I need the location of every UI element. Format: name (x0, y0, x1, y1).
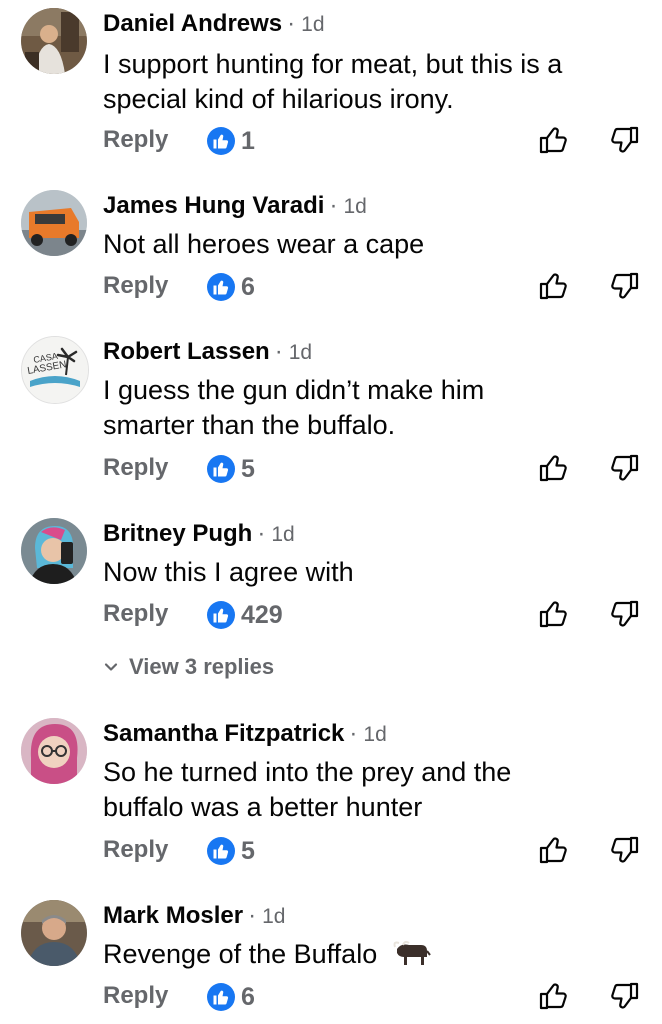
separator-dot: · (287, 10, 296, 37)
comment-text: I support hunting for meat, but this is … (103, 47, 643, 117)
comment-text-line: special kind of hilarious irony. (103, 84, 454, 114)
avatar-photo (21, 518, 87, 584)
view-replies-button[interactable]: View 3 replies (103, 651, 274, 683)
thumbs-up-outline-icon[interactable] (538, 452, 570, 484)
view-replies-label: View 3 replies (129, 654, 275, 679)
author-name[interactable]: Mark Mosler (103, 902, 243, 929)
comment-text-line: I support hunting for meat, but this is … (103, 49, 563, 79)
buffalo-emoji-icon (393, 940, 431, 965)
avatar[interactable] (21, 718, 87, 784)
casa-lassen-logo: CASA LASSEN (22, 337, 88, 403)
separator-dot: · (329, 192, 338, 219)
thumbs-up-outline-icon[interactable] (538, 270, 570, 302)
comment-actions: Reply 1 (103, 122, 643, 158)
author-name[interactable]: James Hung Varadi (103, 192, 324, 219)
comment-text-line: So he turned into the prey and the (103, 757, 512, 787)
comment-actions: Reply 5 (103, 832, 643, 868)
thumbs-down-outline-icon[interactable] (608, 124, 640, 156)
thumbs-up-badge-icon (207, 273, 235, 301)
reply-button[interactable]: Reply (103, 596, 168, 632)
comment-text-line: Revenge of the Buffalo (103, 939, 378, 969)
comment-text: I guess the gun didn’t make him smarter … (103, 373, 643, 443)
reply-button[interactable]: Reply (103, 978, 168, 1014)
avatar-photo (21, 190, 87, 256)
author-name[interactable]: Samantha Fitzpatrick (103, 720, 344, 747)
author-name[interactable]: Britney Pugh (103, 520, 252, 547)
reply-button[interactable]: Reply (103, 832, 168, 868)
separator-dot: · (349, 720, 358, 747)
thumbs-up-outline-icon[interactable] (538, 834, 570, 866)
comment-text-line: smarter than the buffalo. (103, 410, 396, 440)
comment-actions: Reply 6 (103, 978, 643, 1014)
separator-dot: · (274, 338, 283, 365)
author-line: Mark Mosler · 1d (103, 898, 285, 935)
reaction-summary[interactable]: 5 (207, 454, 255, 484)
author-name[interactable]: Daniel Andrews (103, 10, 282, 37)
comment-text-line: Not all heroes wear a cape (103, 229, 425, 259)
thumbs-down-outline-icon[interactable] (608, 598, 640, 630)
thumbs-up-badge-icon (207, 837, 235, 865)
thumbs-up-outline-icon[interactable] (538, 598, 570, 630)
timestamp[interactable]: 1d (262, 905, 285, 928)
thumbs-up-outline-icon[interactable] (538, 124, 570, 156)
avatar-photo (21, 900, 87, 966)
avatar[interactable] (21, 900, 87, 966)
author-line: Daniel Andrews · 1d (103, 6, 325, 43)
like-count: 6 (241, 273, 255, 301)
timestamp[interactable]: 1d (289, 341, 312, 364)
comment-text: So he turned into the prey and the buffa… (103, 755, 643, 825)
avatar[interactable] (21, 518, 87, 584)
comment-text: Now this I agree with (103, 555, 643, 590)
reaction-summary[interactable]: 5 (207, 836, 255, 866)
author-line: Samantha Fitzpatrick · 1d (103, 716, 387, 753)
comment-text-line: Now this I agree with (103, 557, 354, 587)
reaction-summary[interactable]: 429 (207, 600, 283, 630)
author-line: James Hung Varadi · 1d (103, 188, 367, 225)
separator-dot: · (248, 902, 257, 929)
thumbs-up-outline-icon[interactable] (538, 980, 570, 1012)
thumbs-down-outline-icon[interactable] (608, 270, 640, 302)
timestamp[interactable]: 1d (343, 195, 366, 218)
thumbs-down-outline-icon[interactable] (608, 452, 640, 484)
avatar[interactable]: CASA LASSEN (21, 336, 89, 404)
avatar[interactable] (21, 190, 87, 256)
thumbs-up-badge-icon (207, 455, 235, 483)
author-line: Britney Pugh · 1d (103, 516, 295, 553)
thumbs-down-outline-icon[interactable] (608, 834, 640, 866)
comment-text: Not all heroes wear a cape (103, 227, 643, 262)
like-count: 5 (241, 455, 255, 483)
avatar-photo (21, 718, 87, 784)
like-count: 429 (241, 601, 283, 629)
timestamp[interactable]: 1d (301, 13, 324, 36)
thumbs-up-badge-icon (207, 601, 235, 629)
like-count: 1 (241, 127, 255, 155)
reaction-summary[interactable]: 1 (207, 126, 255, 156)
author-line: Robert Lassen · 1d (103, 334, 312, 371)
thumbs-up-badge-icon (207, 983, 235, 1011)
comment-actions: Reply 6 (103, 268, 643, 304)
like-count: 5 (241, 837, 255, 865)
reply-button[interactable]: Reply (103, 450, 168, 486)
thumbs-up-badge-icon (207, 127, 235, 155)
comment-text: Revenge of the Buffalo (103, 937, 643, 972)
avatar-photo (21, 8, 87, 74)
reaction-summary[interactable]: 6 (207, 272, 255, 302)
reply-button[interactable]: Reply (103, 122, 168, 158)
comment-text-line: I guess the gun didn’t make him (103, 375, 485, 405)
timestamp[interactable]: 1d (363, 723, 386, 746)
chevron-down-icon (104, 663, 118, 671)
comment-text-line: buffalo was a better hunter (103, 792, 423, 822)
author-name[interactable]: Robert Lassen (103, 338, 270, 365)
thumbs-down-outline-icon[interactable] (608, 980, 640, 1012)
separator-dot: · (257, 520, 266, 547)
comment-actions: Reply 5 (103, 450, 643, 486)
reaction-summary[interactable]: 6 (207, 982, 255, 1012)
reply-button[interactable]: Reply (103, 268, 168, 304)
comment-actions: Reply 429 (103, 596, 643, 632)
avatar[interactable] (21, 8, 87, 74)
timestamp[interactable]: 1d (271, 523, 294, 546)
like-count: 6 (241, 983, 255, 1011)
